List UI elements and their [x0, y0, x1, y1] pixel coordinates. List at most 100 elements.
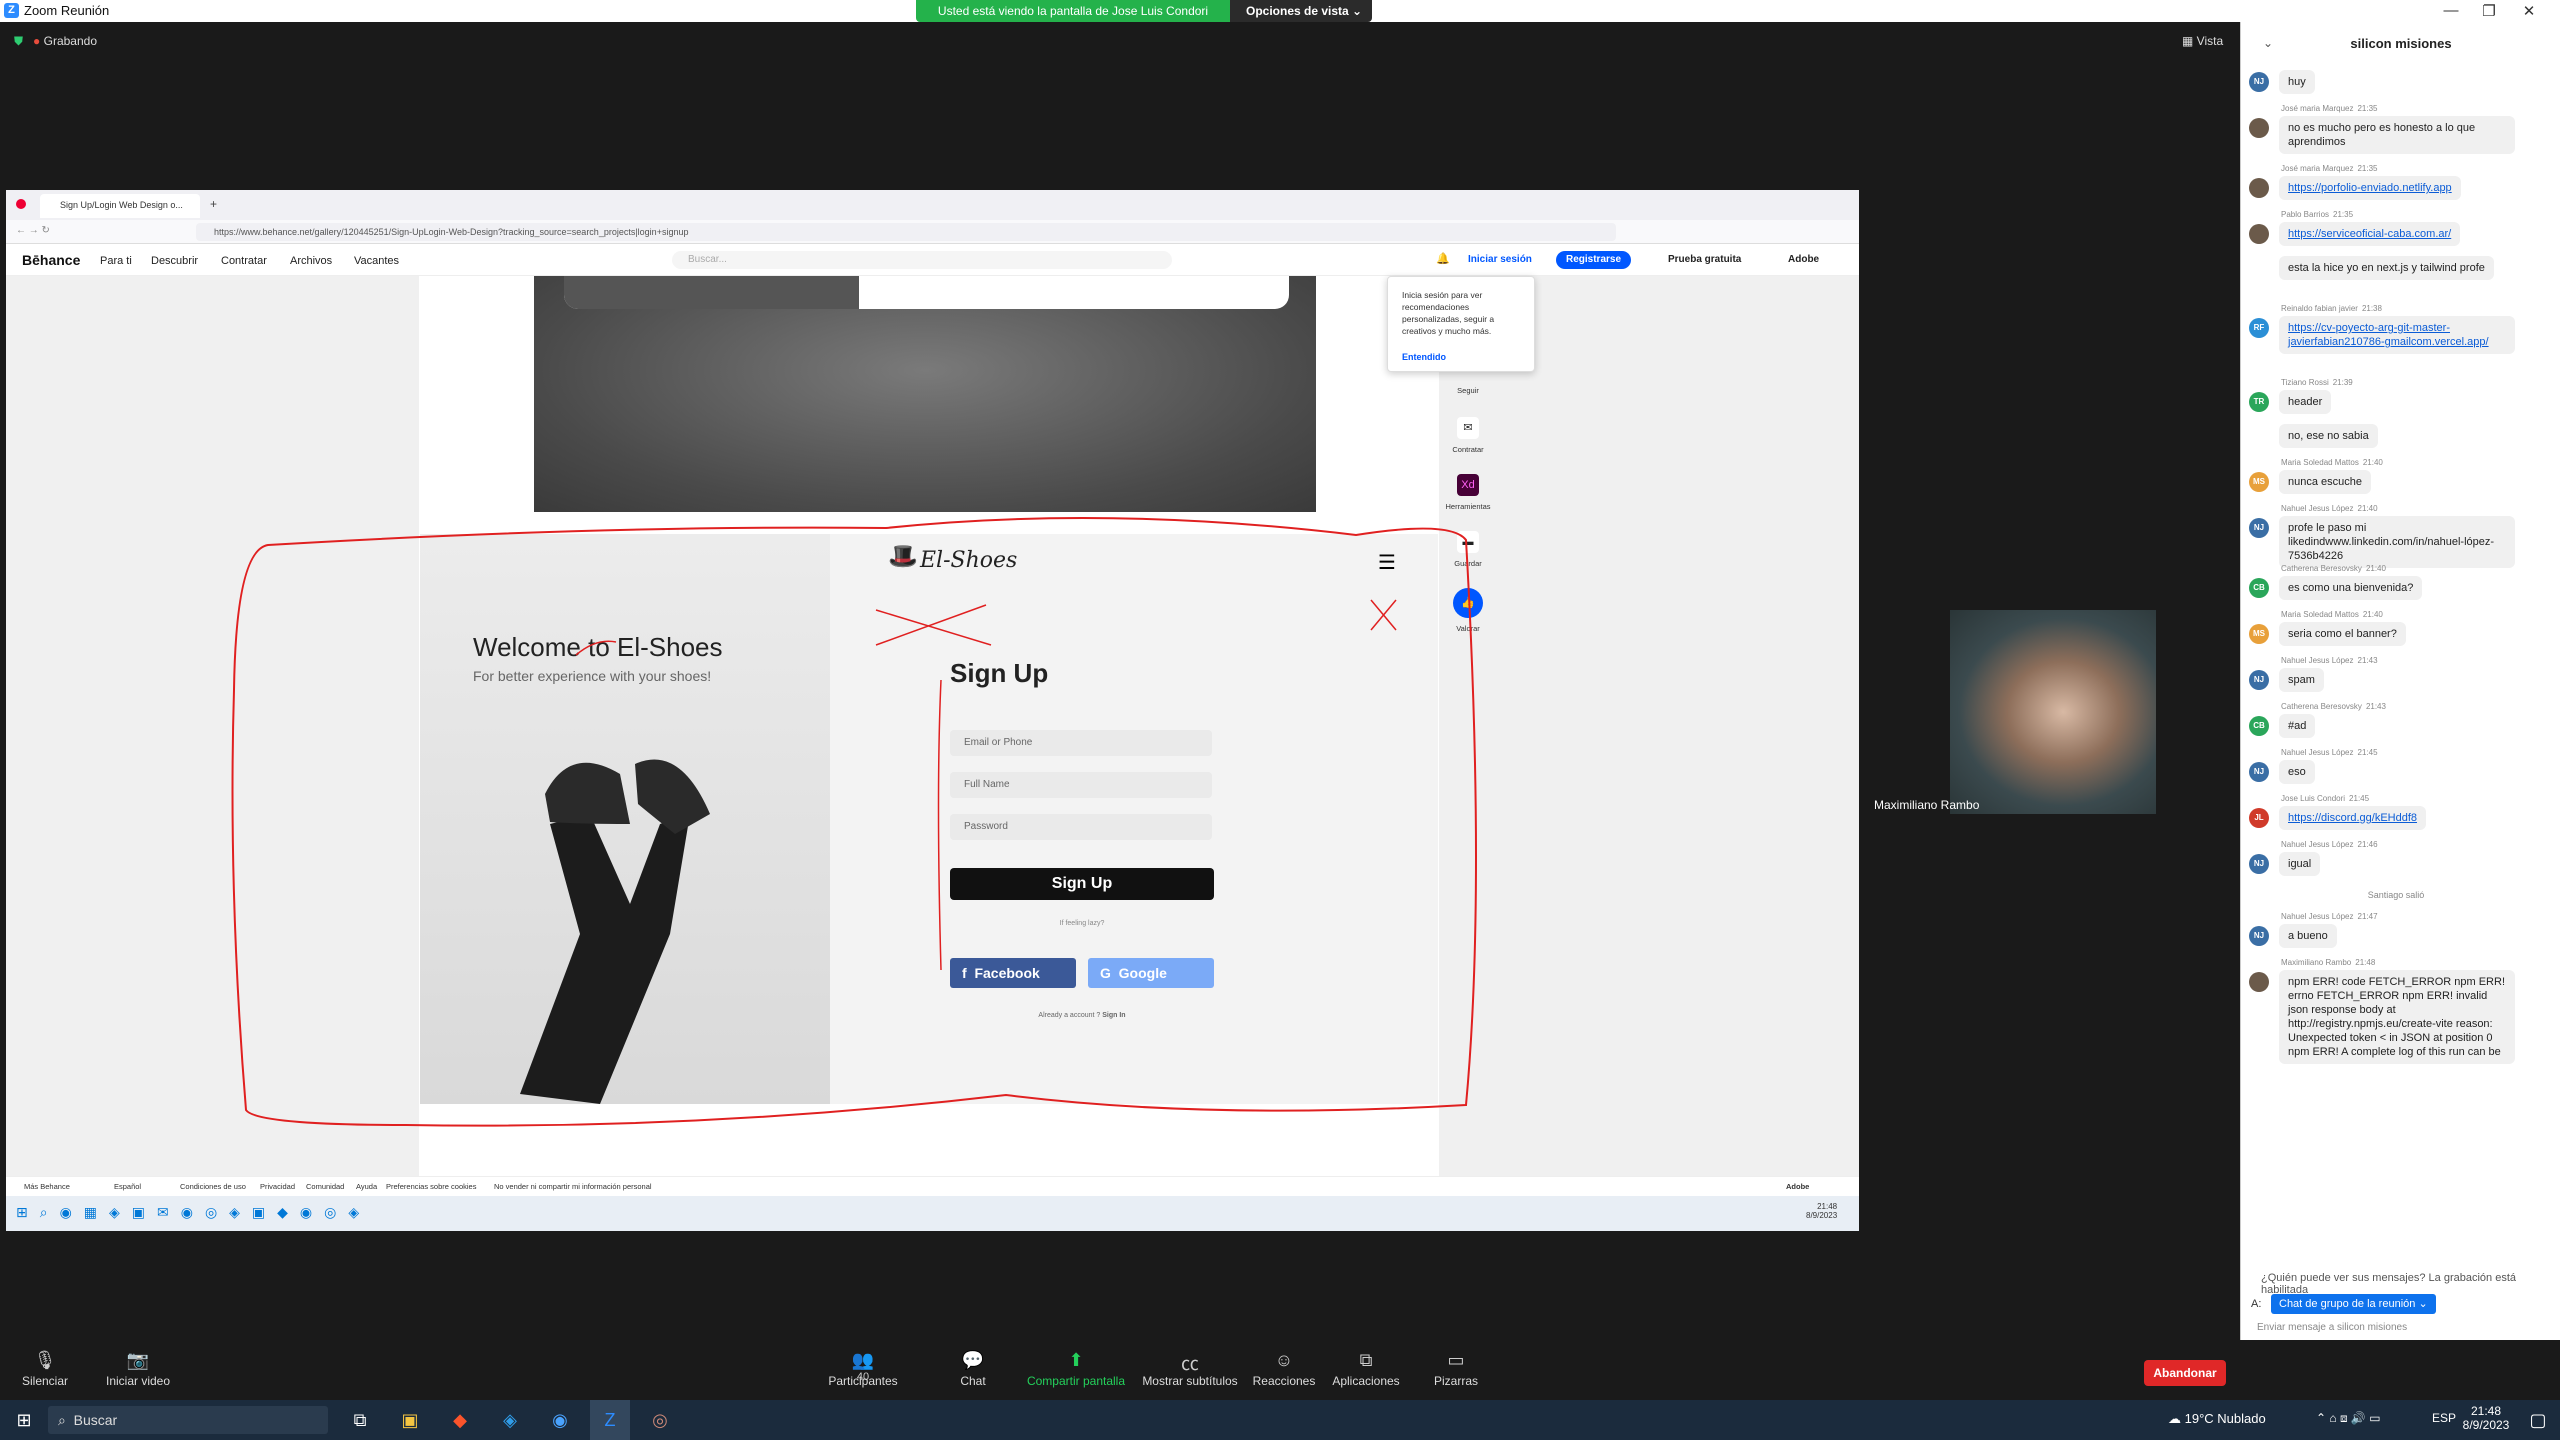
avatar[interactable]: JL	[2249, 808, 2269, 828]
window-title: Zoom Reunión	[24, 3, 110, 18]
footer-link[interactable]: Condiciones de uso	[180, 1182, 246, 1191]
file-explorer-icon[interactable]: ▣	[390, 1400, 430, 1440]
avatar[interactable]: NJ	[2249, 72, 2269, 92]
chat-bubble: eso	[2279, 760, 2315, 784]
avatar[interactable]	[2249, 178, 2269, 198]
avatar[interactable]: TR	[2249, 392, 2269, 412]
chat-bubble: spam	[2279, 668, 2324, 692]
share-banner: Usted está viendo la pantalla de Jose Lu…	[916, 0, 1372, 22]
chat-messages: NJ huy José maria Marquez 21:35 no es mucho …	[2241, 70, 2551, 1230]
avatar[interactable]	[2249, 224, 2269, 244]
shield-icon: ⛊	[14, 34, 24, 48]
zoom-taskbar-icon[interactable]: Z	[590, 1400, 630, 1440]
chat-sender: Nahuel Jesus López 21:46	[2281, 840, 2378, 849]
avatar[interactable]	[2249, 972, 2269, 992]
record-icon: ●	[33, 34, 41, 48]
language-select[interactable]: Español	[114, 1182, 141, 1191]
windows-start-icon[interactable]: ⊞	[4, 1400, 44, 1440]
close-icon[interactable]: ✕	[2514, 2, 2544, 20]
chat-link[interactable]: https://serviceoficial-caba.com.ar/	[2279, 222, 2461, 246]
share-icon: ⬆	[1068, 1350, 1084, 1370]
chat-button[interactable]: 💬 Chat	[933, 1350, 1013, 1388]
weather-widget[interactable]: ☁ 19°C Nublado	[2168, 1411, 2266, 1427]
app-icon[interactable]: ◎	[640, 1400, 680, 1440]
footer-link[interactable]: Ayuda	[356, 1182, 377, 1191]
reactions-button[interactable]: ☺ Reacciones	[1244, 1350, 1324, 1388]
footer-link[interactable]: Comunidad	[306, 1182, 344, 1191]
recording-indicator: ⛊ ● Grabando	[14, 34, 97, 48]
reaction-icon: ☺	[1274, 1350, 1294, 1370]
chat-icon: 💬	[961, 1350, 985, 1370]
app-icon[interactable]: ◉	[540, 1400, 580, 1440]
chat-bubble: nunca escuche	[2279, 470, 2371, 494]
chat-sender: José maria Marquez 21:35	[2281, 164, 2378, 173]
chat-panel: ⌄ silicon misiones NJ huy José maria Marqu…	[2240, 22, 2560, 1362]
apps-button[interactable]: ⧉ Aplicaciones	[1326, 1350, 1406, 1388]
avatar[interactable]: MS	[2249, 472, 2269, 492]
task-view-icon[interactable]: ⧉	[340, 1400, 380, 1440]
leave-button[interactable]: Abandonar	[2144, 1360, 2226, 1386]
avatar[interactable]: NJ	[2249, 762, 2269, 782]
avatar[interactable]: CB	[2249, 578, 2269, 598]
notifications-icon[interactable]: ▢	[2518, 1400, 2558, 1440]
inner-taskbar-icons: ⊞⌕◉▦◈▣✉◉◎◈▣◆◉◎◈	[16, 1204, 372, 1220]
chat-sender: Nahuel Jesus López 21:45	[2281, 748, 2378, 757]
view-options-button[interactable]: Opciones de vista ⌄	[1230, 0, 1372, 22]
mute-button[interactable]: 🎙 Silenciar	[5, 1350, 85, 1388]
chat-sender: Nahuel Jesus López 21:47	[2281, 912, 2378, 921]
apps-icon: ⧉	[1359, 1350, 1373, 1370]
chat-sender: Catherena Beresovsky 21:40	[2281, 564, 2386, 573]
more-behance[interactable]: Más Behance	[24, 1182, 70, 1191]
avatar[interactable]: MS	[2249, 624, 2269, 644]
brave-icon[interactable]: ◆	[440, 1400, 480, 1440]
chat-link[interactable]: https://discord.gg/kEHddf8	[2279, 806, 2427, 830]
cc-icon: ㏄	[1181, 1354, 1199, 1374]
chat-bubble: no, ese no sabia	[2279, 424, 2378, 448]
participant-video[interactable]	[1950, 610, 2156, 814]
chat-link[interactable]: https://cv-poyecto-arg-git-master-javier…	[2279, 316, 2515, 354]
chat-bubble: esta la hice yo en next.js y tailwind pr…	[2279, 256, 2494, 280]
chat-visibility-note: ¿Quién puede ver sus mensajes? La grabac…	[2261, 1272, 2516, 1296]
tray-icons[interactable]: ⌃ ⌂ ⧈ 🔊 ▭	[2316, 1411, 2381, 1426]
minimize-icon[interactable]: —	[2436, 2, 2466, 19]
system-clock[interactable]: 21:48 8/9/2023	[2456, 1404, 2516, 1432]
restore-icon[interactable]: ❐	[2474, 2, 2504, 20]
avatar[interactable]: CB	[2249, 716, 2269, 736]
zoom-logo-icon: Z	[4, 3, 19, 18]
red-annotation-scribble	[231, 517, 1477, 1127]
footer-link[interactable]: Privacidad	[260, 1182, 295, 1191]
vscode-icon[interactable]: ◈	[490, 1400, 530, 1440]
chat-sender: Maximiliano Rambo 21:48	[2281, 958, 2376, 967]
avatar[interactable]: RF	[2249, 318, 2269, 338]
chat-message: Santiago salió	[2241, 886, 2551, 904]
chat-link[interactable]: https://porfolio-enviado.netlify.app	[2279, 176, 2461, 200]
inner-clock: 21:48 8/9/2023	[1806, 1202, 1838, 1220]
video-off-icon: 📷	[126, 1350, 150, 1370]
whiteboards-button[interactable]: ▭ Pizarras	[1416, 1350, 1496, 1388]
footer-adobe: Adobe	[1786, 1182, 1810, 1191]
chat-bubble: igual	[2279, 852, 2321, 876]
chat-bubble: #ad	[2279, 714, 2316, 738]
taskbar-search[interactable]: ⌕ Buscar	[48, 1406, 328, 1434]
footer-link[interactable]: Preferencias sobre cookies	[386, 1182, 476, 1191]
avatar[interactable]: NJ	[2249, 518, 2269, 538]
avatar[interactable]	[2249, 118, 2269, 138]
share-screen-button[interactable]: ⬆ Compartir pantalla	[1016, 1350, 1136, 1388]
participants-button[interactable]: 👥40 Participantes	[823, 1350, 903, 1388]
avatar[interactable]: NJ	[2249, 670, 2269, 690]
chat-input[interactable]: Enviar mensaje a silicon misiones	[2257, 1322, 2407, 1333]
captions-button[interactable]: ㏄ Mostrar subtítulos	[1130, 1350, 1250, 1388]
avatar[interactable]: NJ	[2249, 854, 2269, 874]
participants-icon: 👥40	[851, 1350, 875, 1383]
system-message: Santiago salió	[2367, 890, 2425, 900]
avatar[interactable]: NJ	[2249, 926, 2269, 946]
share-message: Usted está viendo la pantalla de Jose Lu…	[916, 0, 1230, 22]
chat-sender: Pablo Barrios 21:35	[2281, 210, 2354, 219]
input-language[interactable]: ESP	[2432, 1411, 2456, 1425]
chat-recipient-select[interactable]: Chat de grupo de la reunión ⌄	[2271, 1294, 2436, 1314]
chat-bubble: profe le paso mi likedindwww.linkedin.co…	[2279, 516, 2515, 568]
footer-link[interactable]: No vender ni compartir mi información pe…	[494, 1182, 652, 1191]
start-video-button[interactable]: 📷 Iniciar video	[98, 1350, 178, 1388]
chat-bubble: a bueno	[2279, 924, 2337, 948]
view-button[interactable]: ▦ Vista	[2182, 34, 2223, 48]
